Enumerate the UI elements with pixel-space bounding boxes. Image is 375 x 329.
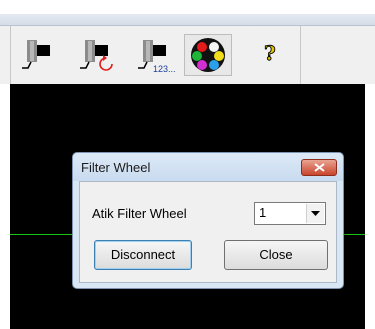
- help-button[interactable]: ?: [256, 34, 286, 76]
- dialog-close-x-button[interactable]: [301, 159, 337, 176]
- device-label: Atik Filter Wheel: [92, 206, 187, 221]
- menu-bar: [0, 14, 375, 26]
- camera-refresh-icon: [80, 40, 113, 71]
- close-button[interactable]: Close: [224, 240, 328, 270]
- camera-refresh-button[interactable]: [76, 34, 122, 76]
- camera-plug-icon: [22, 40, 50, 69]
- toolbar-separator: [10, 26, 11, 84]
- dialog-titlebar[interactable]: Filter Wheel: [73, 153, 343, 181]
- chevron-down-icon: [311, 211, 320, 216]
- help-icon: ?: [264, 41, 277, 66]
- camera-123-badge: 123...: [153, 64, 176, 74]
- dropdown-button[interactable]: [306, 204, 324, 223]
- toolbar-separator: [300, 26, 301, 84]
- camera-sequence-button[interactable]: 123...: [134, 34, 180, 76]
- camera-connect-button[interactable]: [18, 34, 64, 76]
- filter-wheel-button[interactable]: [184, 34, 232, 76]
- close-icon: [314, 163, 325, 172]
- dialog-title: Filter Wheel: [81, 160, 151, 175]
- filter-wheel-icon: [191, 38, 225, 72]
- filter-wheel-dialog: Filter Wheel Atik Filter Wheel 1 Disconn…: [72, 152, 344, 289]
- menu-strip: [0, 0, 375, 14]
- filter-position-value: 1: [259, 205, 267, 220]
- dialog-body: Atik Filter Wheel 1 Disconnect Close: [79, 181, 337, 283]
- disconnect-button[interactable]: Disconnect: [94, 240, 192, 270]
- camera-123-icon: 123...: [138, 40, 176, 74]
- help-glyph: ?: [264, 41, 276, 65]
- filter-position-select[interactable]: 1: [254, 202, 326, 225]
